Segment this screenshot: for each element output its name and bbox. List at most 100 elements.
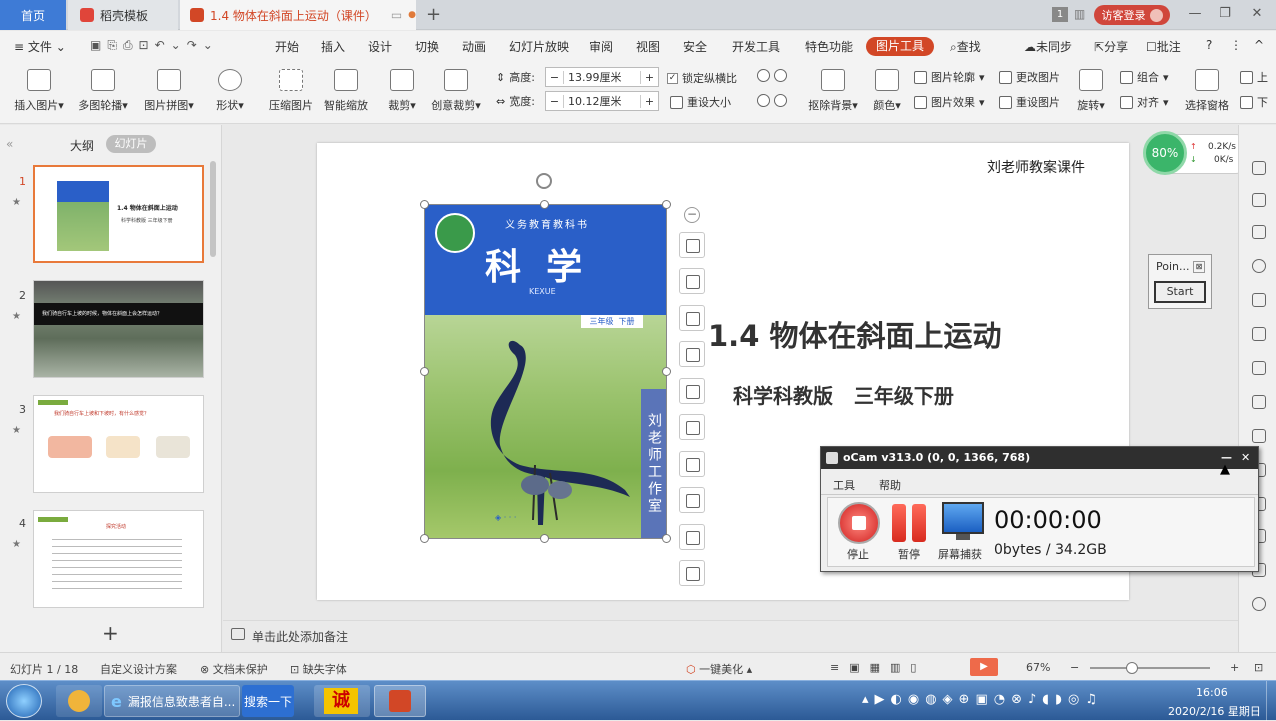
ocam-titlebar[interactable]: oCam v313.0 (0, 0, 1366, 768) — ✕ (821, 447, 1258, 469)
chart-icon[interactable] (1252, 395, 1266, 409)
table-icon[interactable] (1252, 327, 1266, 341)
layout-icon[interactable]: ▥ (1074, 7, 1085, 21)
tab-picture-tools[interactable]: 图片工具 (866, 37, 934, 56)
menu-view[interactable]: 视图 (636, 38, 660, 55)
slide-title[interactable]: 1.4 物体在斜面上运动 (708, 313, 1001, 355)
grid-icon[interactable] (1252, 361, 1266, 375)
close-window-button[interactable]: ✕ (1246, 4, 1268, 24)
help-icon[interactable]: ? (1206, 38, 1212, 52)
slide-thumb-4[interactable]: 探究活动 (33, 510, 204, 608)
pause-bar-right[interactable] (912, 504, 926, 542)
menu-slideshow[interactable]: 幻灯片放映 (509, 38, 569, 55)
picture-outline-button[interactable]: 图片轮廓 ▾ (914, 69, 985, 85)
speaker-icon[interactable] (1252, 597, 1266, 611)
replace-image-icon[interactable] (679, 524, 705, 550)
share-button[interactable]: ⇱分享 (1094, 38, 1128, 55)
slide-thumb-3[interactable]: 我们骑自行车上坡和下坡时，有什么感觉？ (33, 395, 204, 493)
tab-document[interactable]: 1.4 物体在斜面上运动（课件） ▭ ● (180, 0, 416, 30)
location-icon[interactable] (1252, 259, 1266, 273)
resize-handle[interactable] (420, 367, 429, 376)
smart-scale-button[interactable]: 智能缩放 (320, 69, 372, 113)
book-cover-image[interactable]: 义务教育教科书 科 学 KEXUE 三年级 下册 刘老师工作室 ◈ · · · (425, 205, 666, 538)
width-stepper[interactable]: − 10.12厘米 + (545, 91, 659, 111)
notes-placeholder[interactable]: 单击此处添加备注 (252, 628, 348, 645)
zoom-slider-track[interactable] (1090, 667, 1210, 669)
missing-font-status[interactable]: ⊡ 缺失字体 (290, 661, 347, 677)
stop-icon[interactable] (838, 502, 880, 544)
zoom-level[interactable]: 67% (1026, 661, 1050, 674)
remove-background-button[interactable]: 抠除背景▾ (806, 69, 860, 113)
brightness-controls[interactable] (757, 94, 787, 107)
change-picture-button[interactable]: 更改图片 (999, 69, 1060, 85)
color-button[interactable]: 颜色▾ (872, 69, 902, 113)
tab-docer[interactable]: 稻壳模板 (68, 0, 178, 30)
slide-thumb-2[interactable]: 我们骑自行车上坡的时候，物体在斜面上会怎样运动？ (33, 280, 204, 378)
width-value[interactable]: 10.12厘米 (564, 93, 640, 109)
rotate-handle[interactable] (536, 173, 552, 189)
ocam-menu-tools[interactable]: 工具 (833, 477, 855, 493)
width-increase[interactable]: + (640, 94, 658, 108)
ocam-menu-help[interactable]: 帮助 (879, 477, 901, 493)
copy-image-icon[interactable] (679, 487, 705, 513)
collapse-panel-icon[interactable]: « (6, 137, 13, 151)
menu-animation[interactable]: 动画 (462, 38, 486, 55)
menu-review[interactable]: 审阅 (589, 38, 613, 55)
restore-button[interactable]: ❐ (1214, 4, 1236, 24)
collage-button[interactable]: 图片拼图▾ (140, 69, 198, 113)
quick-access-toolbar[interactable]: ▣⎘⎙⊡↶⌄↷⌄ (90, 38, 219, 53)
show-desktop-button[interactable] (1266, 681, 1276, 721)
login-button[interactable]: 访客登录 (1094, 5, 1170, 25)
notes-bar[interactable]: 单击此处添加备注 (223, 620, 1238, 650)
resize-handle[interactable] (540, 534, 549, 543)
split-icon[interactable] (679, 341, 705, 367)
crop-button[interactable]: 裁剪▾ (385, 69, 419, 113)
zoom-in-button[interactable]: + (1230, 661, 1239, 674)
shape-icon[interactable] (1252, 225, 1266, 239)
pause-bar-left[interactable] (892, 504, 906, 542)
menu-security[interactable]: 安全 (683, 38, 707, 55)
screen-capture-label[interactable]: 屏幕捕获 (938, 546, 982, 562)
fit-window-button[interactable]: ⊡ (1254, 661, 1263, 674)
resize-handle[interactable] (662, 367, 671, 376)
zoom-icon[interactable] (679, 378, 705, 404)
selection-pane-button[interactable]: 选择窗格 (1184, 69, 1230, 113)
stop-label[interactable]: 停止 (847, 546, 869, 562)
multi-picture-button[interactable]: 多图轮播▾ (74, 69, 132, 113)
taskbar-app-browser[interactable] (56, 685, 102, 717)
pointer-start-button[interactable]: Start (1154, 281, 1206, 303)
reset-size-button[interactable]: 重设大小 (670, 94, 731, 110)
crop-icon[interactable] (679, 268, 705, 294)
start-button[interactable] (6, 684, 42, 718)
menu-insert[interactable]: 插入 (321, 38, 345, 55)
contrast-controls[interactable] (757, 69, 787, 82)
system-tray-icons[interactable]: ▴▶◐◉◍◈⊕▣◔⊗♪◖◗◎♫ (862, 692, 1103, 707)
tab-outline[interactable]: 大纲 (70, 137, 94, 154)
new-tab-button[interactable]: + (426, 4, 441, 25)
taskbar-app-cheng[interactable]: 诚 (314, 685, 370, 717)
edit-icon[interactable] (679, 560, 705, 586)
ocam-close-button[interactable]: ✕ (1241, 447, 1250, 469)
width-decrease[interactable]: − (546, 94, 564, 108)
search-menu[interactable]: ⌕查找 (950, 38, 981, 55)
scan-icon[interactable] (679, 414, 705, 440)
height-decrease[interactable]: − (546, 70, 564, 84)
expand-icon[interactable] (1252, 161, 1266, 175)
calculator-icon[interactable] (1252, 429, 1266, 443)
resize-handle[interactable] (662, 534, 671, 543)
sync-status[interactable]: ☁未同步 (1024, 38, 1072, 55)
taskbar-search-button[interactable]: 搜索一下 (242, 685, 294, 717)
bring-forward-button[interactable]: 上 (1240, 69, 1268, 85)
height-value[interactable]: 13.99厘米 (564, 69, 640, 85)
resize-handle[interactable] (420, 200, 429, 209)
monitor-icon[interactable] (942, 502, 984, 534)
menu-developer[interactable]: 开发工具 (732, 38, 780, 55)
height-stepper[interactable]: − 13.99厘米 + (545, 67, 659, 87)
height-increase[interactable]: + (640, 70, 658, 84)
slide-subtitle[interactable]: 科学科教版 三年级下册 (733, 380, 954, 409)
minimize-button[interactable]: — (1184, 4, 1206, 24)
align-button[interactable]: 对齐 ▾ (1120, 94, 1169, 110)
lock-ratio-checkbox[interactable]: ✓ 锁定纵横比 (667, 70, 737, 86)
panel-scrollbar[interactable] (210, 161, 216, 257)
remove-background-icon[interactable] (679, 305, 705, 331)
creative-crop-button[interactable]: 创意裁剪▾ (428, 69, 484, 113)
